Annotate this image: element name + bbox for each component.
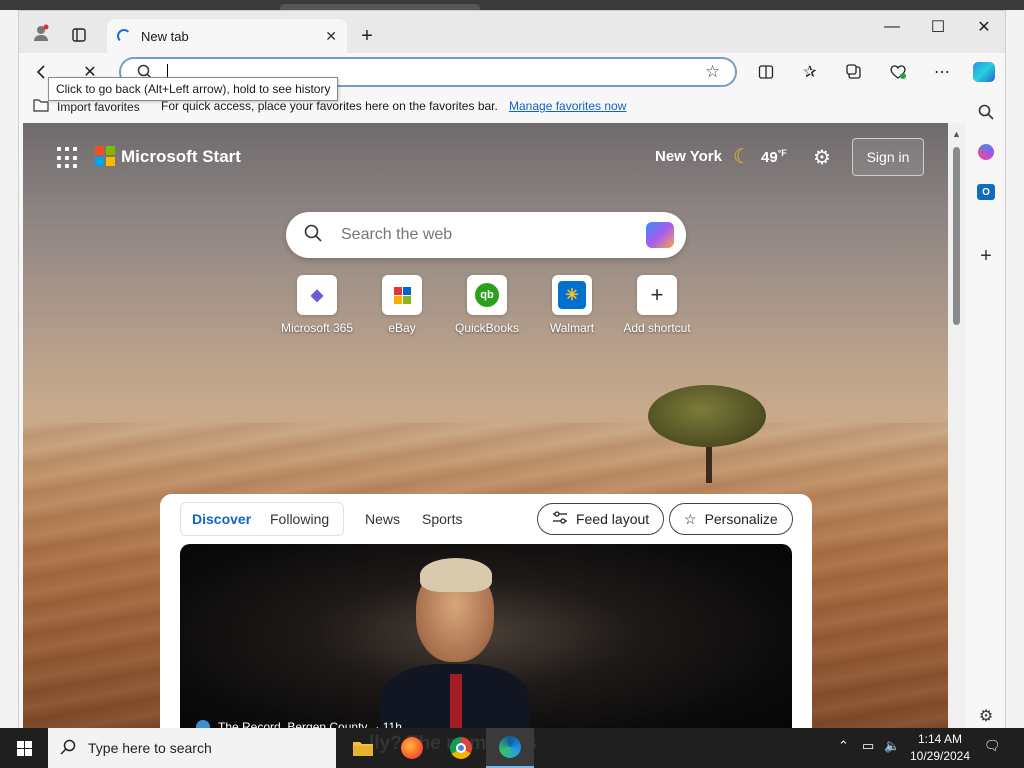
feed-layout-button[interactable]: Feed layout [537,503,665,535]
start-button[interactable] [0,728,48,768]
tab-following[interactable]: Following [270,511,329,527]
favorites-icon[interactable]: ✰ [795,57,825,87]
folder-icon [33,98,49,115]
file-explorer-icon[interactable] [339,728,387,768]
system-clock[interactable]: 1:14 AM 10/29/2024 [904,731,976,765]
more-options-icon[interactable]: ⋯ [927,57,957,87]
sparkle-star-icon: ☆ [684,510,697,527]
personalize-button[interactable]: ☆ Personalize [669,503,793,535]
manage-favorites-link[interactable]: Manage favorites now [509,99,626,113]
personalize-label: Personalize [704,511,778,527]
windows-logo-icon [16,740,32,756]
page-scrollbar[interactable]: ▲ [948,123,965,729]
windows-taskbar: Type here to search …lly? The number is … [0,728,1024,768]
feed-layout-label: Feed layout [576,511,650,527]
page-settings-icon[interactable]: ⚙ [813,145,831,170]
new-tab-button[interactable]: + [353,22,381,50]
shortcut-label: eBay [388,321,416,335]
copilot-search-icon[interactable] [646,222,674,248]
shortcut-label: Walmart [549,321,595,335]
sidebar-outlook-icon[interactable]: O [973,179,999,205]
volume-icon[interactable]: 🔈 [884,738,900,754]
tab-title: New tab [141,28,189,44]
clock-time: 1:14 AM [917,732,963,746]
back-button-tooltip: Click to go back (Alt+Left arrow), hold … [48,77,339,101]
brand-title[interactable]: Microsoft Start [121,147,241,167]
tree-crown [648,385,766,447]
copilot-icon[interactable] [969,57,999,87]
chrome-icon[interactable] [437,728,485,768]
edge-browser-window: New tab ✕ + — ☐ ✕ ✕ ☆ ✰ ⋯ Import favorit… [18,10,1006,730]
minimize-button[interactable]: — [869,11,915,43]
search-icon [60,739,76,758]
close-tab-icon[interactable]: ✕ [325,28,337,45]
temperature-value: 49 [761,149,778,166]
quickbooks-icon: qb [467,275,507,315]
shortcut-add[interactable]: + Add shortcut [615,275,699,335]
collections-icon[interactable] [839,57,869,87]
ebay-icon [382,275,422,315]
tab-actions-icon[interactable] [65,21,93,49]
show-hidden-icons[interactable]: ⌃ [838,738,849,754]
browser-essentials-icon[interactable] [883,57,913,87]
network-icon[interactable]: ▭ [862,738,874,754]
shortcut-ebay[interactable]: eBay [360,275,444,335]
shortcuts-row: ◆ Microsoft 365 eBay qb QuickBooks ✳ Wal… [275,275,705,335]
loading-icon [117,29,131,43]
story-photo-tie [450,674,462,729]
tab-bar: New tab ✕ + — ☐ ✕ [19,11,1005,53]
tab-discover[interactable]: Discover [192,511,251,527]
import-favorites-label: Import favorites [57,99,140,114]
search-icon [304,224,322,247]
clock-date: 10/29/2024 [909,749,971,763]
walmart-icon: ✳ [552,275,592,315]
microsoft-logo-icon [95,146,115,166]
news-feed: Discover Following News Sports Feed layo… [160,494,812,729]
favorites-bar-message: For quick access, place your favorites h… [161,99,498,113]
shortcut-label: Microsoft 365 [280,321,354,335]
top-story-card[interactable] [180,544,792,729]
profile-icon[interactable] [27,19,55,47]
shortcut-quickbooks[interactable]: qb QuickBooks [445,275,529,335]
moon-icon: ☾ [733,146,751,168]
sliders-icon [552,510,568,528]
tab-news[interactable]: News [365,511,400,527]
background-window-titlebar [0,0,1024,10]
taskbar-search-box[interactable]: Type here to search [48,728,336,768]
maximize-button[interactable]: ☐ [915,11,961,43]
sidebar-m365-icon[interactable] [973,139,999,165]
sign-in-button[interactable]: Sign in [852,138,924,176]
web-search-box[interactable]: Search the web [286,212,686,258]
shortcut-walmart[interactable]: ✳ Walmart [530,275,614,335]
app-launcher-icon[interactable] [57,147,79,169]
sidebar-add-icon[interactable]: + [973,243,999,269]
scrollbar-thumb[interactable] [953,147,960,325]
edge-sidebar: O + ⚙ [965,91,1005,729]
taskbar-search-placeholder: Type here to search [88,740,212,756]
shortcut-label: Add shortcut [623,321,691,335]
temperature-unit: °F [777,148,787,158]
weather-city[interactable]: New York [655,148,722,165]
web-search-placeholder: Search the web [341,226,453,243]
plus-icon: + [637,275,677,315]
weather-temperature[interactable]: 49°F [761,148,787,166]
edge-icon[interactable] [486,728,534,768]
scroll-up-icon[interactable]: ▲ [952,129,961,139]
sidebar-settings-icon[interactable]: ⚙ [973,703,999,729]
m365-icon: ◆ [297,275,337,315]
notifications-icon[interactable]: 🗨 [984,738,1001,754]
start-page: Microsoft Start New York ☾ 49°F ⚙ Sign i… [23,123,948,729]
split-screen-icon[interactable] [751,57,781,87]
favorite-star-icon[interactable]: ☆ [705,62,720,82]
start-header: Microsoft Start New York ☾ 49°F ⚙ Sign i… [23,123,948,193]
shortcut-label: QuickBooks [454,321,520,335]
sidebar-search-icon[interactable] [973,99,999,125]
shortcut-microsoft-365[interactable]: ◆ Microsoft 365 [275,275,359,335]
tab-sports[interactable]: Sports [422,511,462,527]
tab-new-tab[interactable]: New tab ✕ [107,19,347,53]
story-photo-hair [420,558,492,592]
close-window-button[interactable]: ✕ [961,11,1005,43]
firefox-icon[interactable] [388,728,436,768]
